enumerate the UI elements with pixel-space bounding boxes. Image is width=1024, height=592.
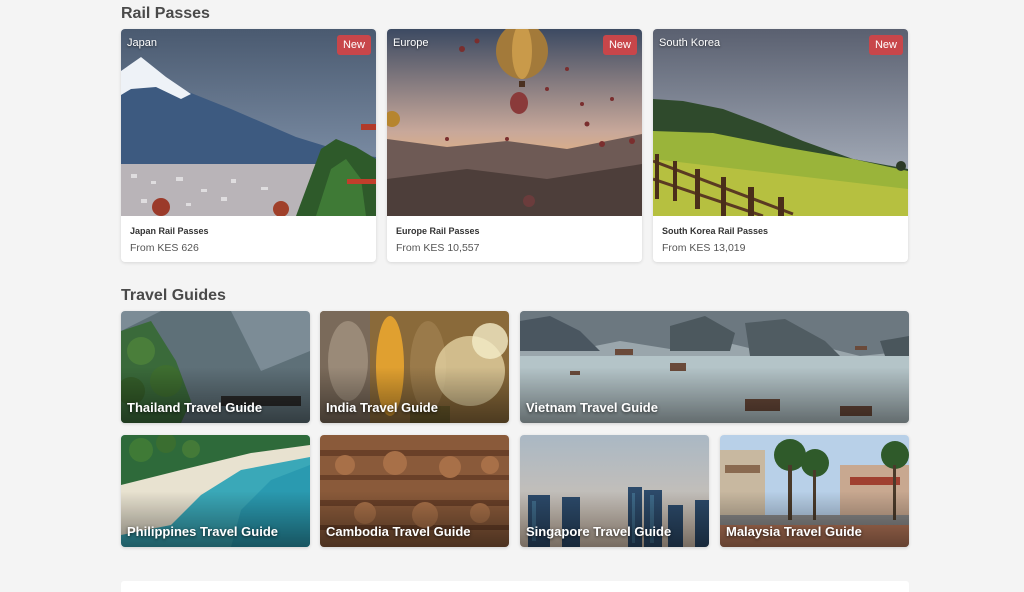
guide-label: Philippines Travel Guide (127, 524, 278, 539)
rail-pass-card-japan[interactable]: Japan New Japan Rail Passes From KES 626 (121, 29, 376, 262)
south-korea-photo (653, 29, 908, 216)
pass-name: Japan Rail Passes (130, 226, 209, 236)
guide-label: Cambodia Travel Guide (326, 524, 471, 539)
pass-price: From KES 626 (130, 242, 199, 254)
pass-country-label: Japan (127, 37, 157, 49)
rail-passes-heading: Rail Passes (121, 5, 210, 22)
guide-card-thailand[interactable]: Thailand Travel Guide (121, 311, 310, 423)
pass-name: South Korea Rail Passes (662, 226, 769, 236)
guide-card-cambodia[interactable]: Cambodia Travel Guide (320, 435, 509, 547)
guide-label: India Travel Guide (326, 400, 438, 415)
guide-card-malaysia[interactable]: Malaysia Travel Guide (720, 435, 909, 547)
guide-label: Vietnam Travel Guide (526, 400, 658, 415)
guide-label: Singapore Travel Guide (526, 524, 672, 539)
pass-price: From KES 13,019 (662, 242, 746, 254)
pass-name: Europe Rail Passes (396, 226, 480, 236)
new-badge: New (602, 35, 637, 55)
europe-photo (387, 29, 642, 216)
pass-price: From KES 10,557 (396, 242, 480, 254)
guide-card-philippines[interactable]: Philippines Travel Guide (121, 435, 310, 547)
guide-card-india[interactable]: India Travel Guide (320, 311, 509, 423)
rail-pass-card-south-korea[interactable]: South Korea New South Korea Rail Passes … (653, 29, 908, 262)
travel-guides-heading: Travel Guides (121, 287, 226, 304)
new-badge: New (868, 35, 903, 55)
rail-pass-card-europe[interactable]: Europe New Europe Rail Passes From KES 1… (387, 29, 642, 262)
guide-label: Malaysia Travel Guide (726, 524, 862, 539)
pass-country-label: Europe (393, 37, 429, 49)
pass-country-label: South Korea (659, 37, 721, 49)
new-badge: New (336, 35, 371, 55)
guide-card-vietnam[interactable]: Vietnam Travel Guide (520, 311, 909, 423)
guide-card-singapore[interactable]: Singapore Travel Guide (520, 435, 709, 547)
japan-photo (121, 29, 376, 216)
guide-label: Thailand Travel Guide (127, 400, 263, 415)
next-section-panel (121, 581, 909, 592)
